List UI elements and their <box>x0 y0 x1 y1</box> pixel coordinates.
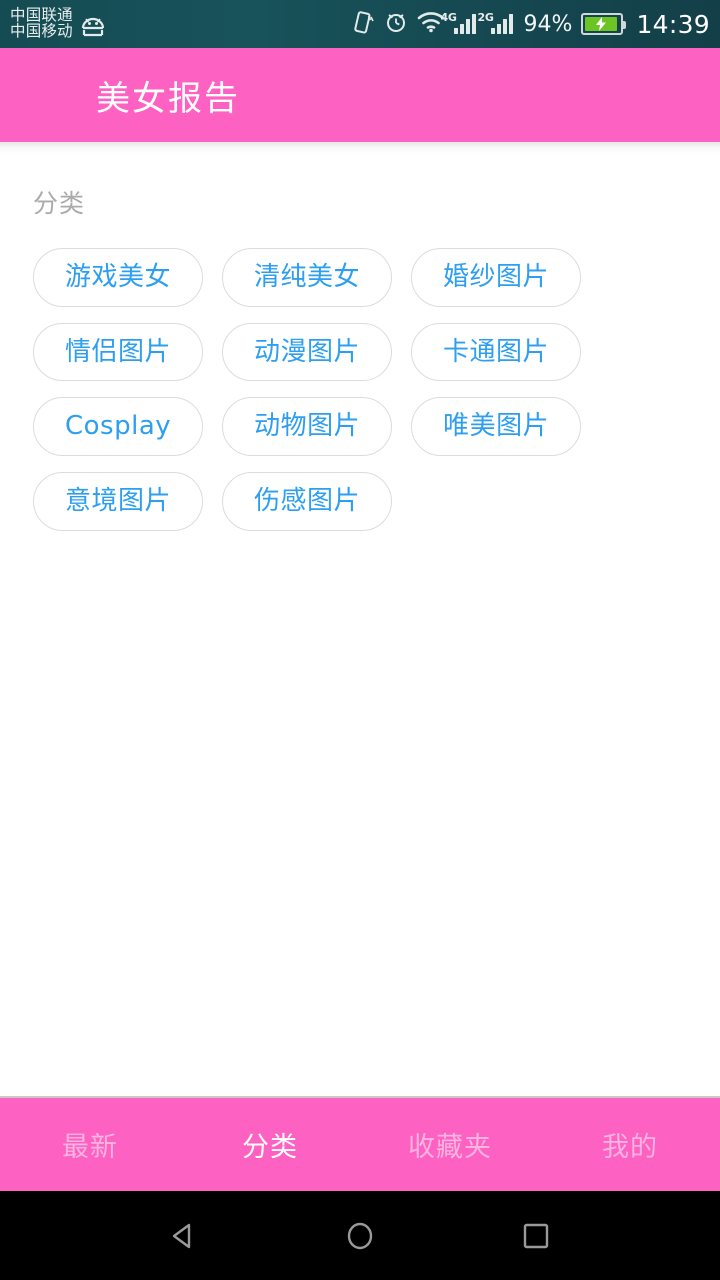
android-system-bar <box>0 1191 720 1280</box>
recents-square-icon[interactable] <box>509 1209 563 1263</box>
status-bar-left: 中国联通 中国移动 <box>10 7 106 40</box>
vibrate-icon <box>353 10 375 38</box>
category-chip[interactable]: 情侣图片 <box>33 322 204 382</box>
category-chip-list: 游戏美女 清纯美女 婚纱图片 情侣图片 动漫图片 卡通图片 Cosplay 动物… <box>0 248 720 547</box>
alarm-clock-icon <box>384 10 408 38</box>
category-chip[interactable]: 意境图片 <box>33 472 204 531</box>
header-shadow <box>0 142 720 154</box>
category-chip[interactable]: 伤感图片 <box>222 472 393 531</box>
tab-profile[interactable]: 我的 <box>540 1125 720 1164</box>
carrier-labels: 中国联通 中国移动 <box>10 7 73 40</box>
battery-percent-label: 94% <box>523 11 573 37</box>
content-area: 分类 游戏美女 清纯美女 婚纱图片 情侣图片 动漫图片 卡通图片 Cosplay… <box>0 154 720 1096</box>
category-chip[interactable]: Cosplay <box>33 397 204 457</box>
phone-screen: 中国联通 中国移动 4G 2G 94% 14:39 美女报告 分类 游戏美女 清… <box>0 0 720 1280</box>
home-circle-icon[interactable] <box>333 1209 387 1263</box>
category-chip[interactable]: 卡通图片 <box>411 322 582 382</box>
category-chip[interactable]: 游戏美女 <box>33 248 204 307</box>
tab-favorites[interactable]: 收藏夹 <box>360 1125 540 1164</box>
section-label-category: 分类 <box>33 189 86 218</box>
category-chip[interactable]: 动漫图片 <box>222 322 393 382</box>
android-robot-icon <box>80 16 106 38</box>
signal-2g-icon: 2G <box>478 11 513 34</box>
signal-2g-label: 2G <box>477 11 494 24</box>
carrier-secondary: 中国移动 <box>10 22 73 40</box>
signal-4g-icon: 4G <box>441 11 476 34</box>
app-header: 美女报告 <box>0 48 720 142</box>
tab-category[interactable]: 分类 <box>180 1125 360 1164</box>
category-chip[interactable]: 婚纱图片 <box>411 248 582 307</box>
page-title: 美女报告 <box>96 78 240 119</box>
back-triangle-icon[interactable] <box>157 1209 211 1263</box>
signal-4g-label: 4G <box>440 11 457 24</box>
battery-icon <box>581 13 627 35</box>
category-chip[interactable]: 动物图片 <box>222 397 393 457</box>
clock-label: 14:39 <box>636 9 710 39</box>
category-chip[interactable]: 唯美图片 <box>411 397 582 457</box>
status-bar: 中国联通 中国移动 4G 2G 94% 14:39 <box>0 0 720 48</box>
bottom-navigation: 最新 分类 收藏夹 我的 <box>0 1098 720 1191</box>
status-bar-right: 4G 2G 94% 14:39 <box>353 10 710 39</box>
category-chip[interactable]: 清纯美女 <box>222 248 393 307</box>
tab-latest[interactable]: 最新 <box>0 1125 180 1164</box>
